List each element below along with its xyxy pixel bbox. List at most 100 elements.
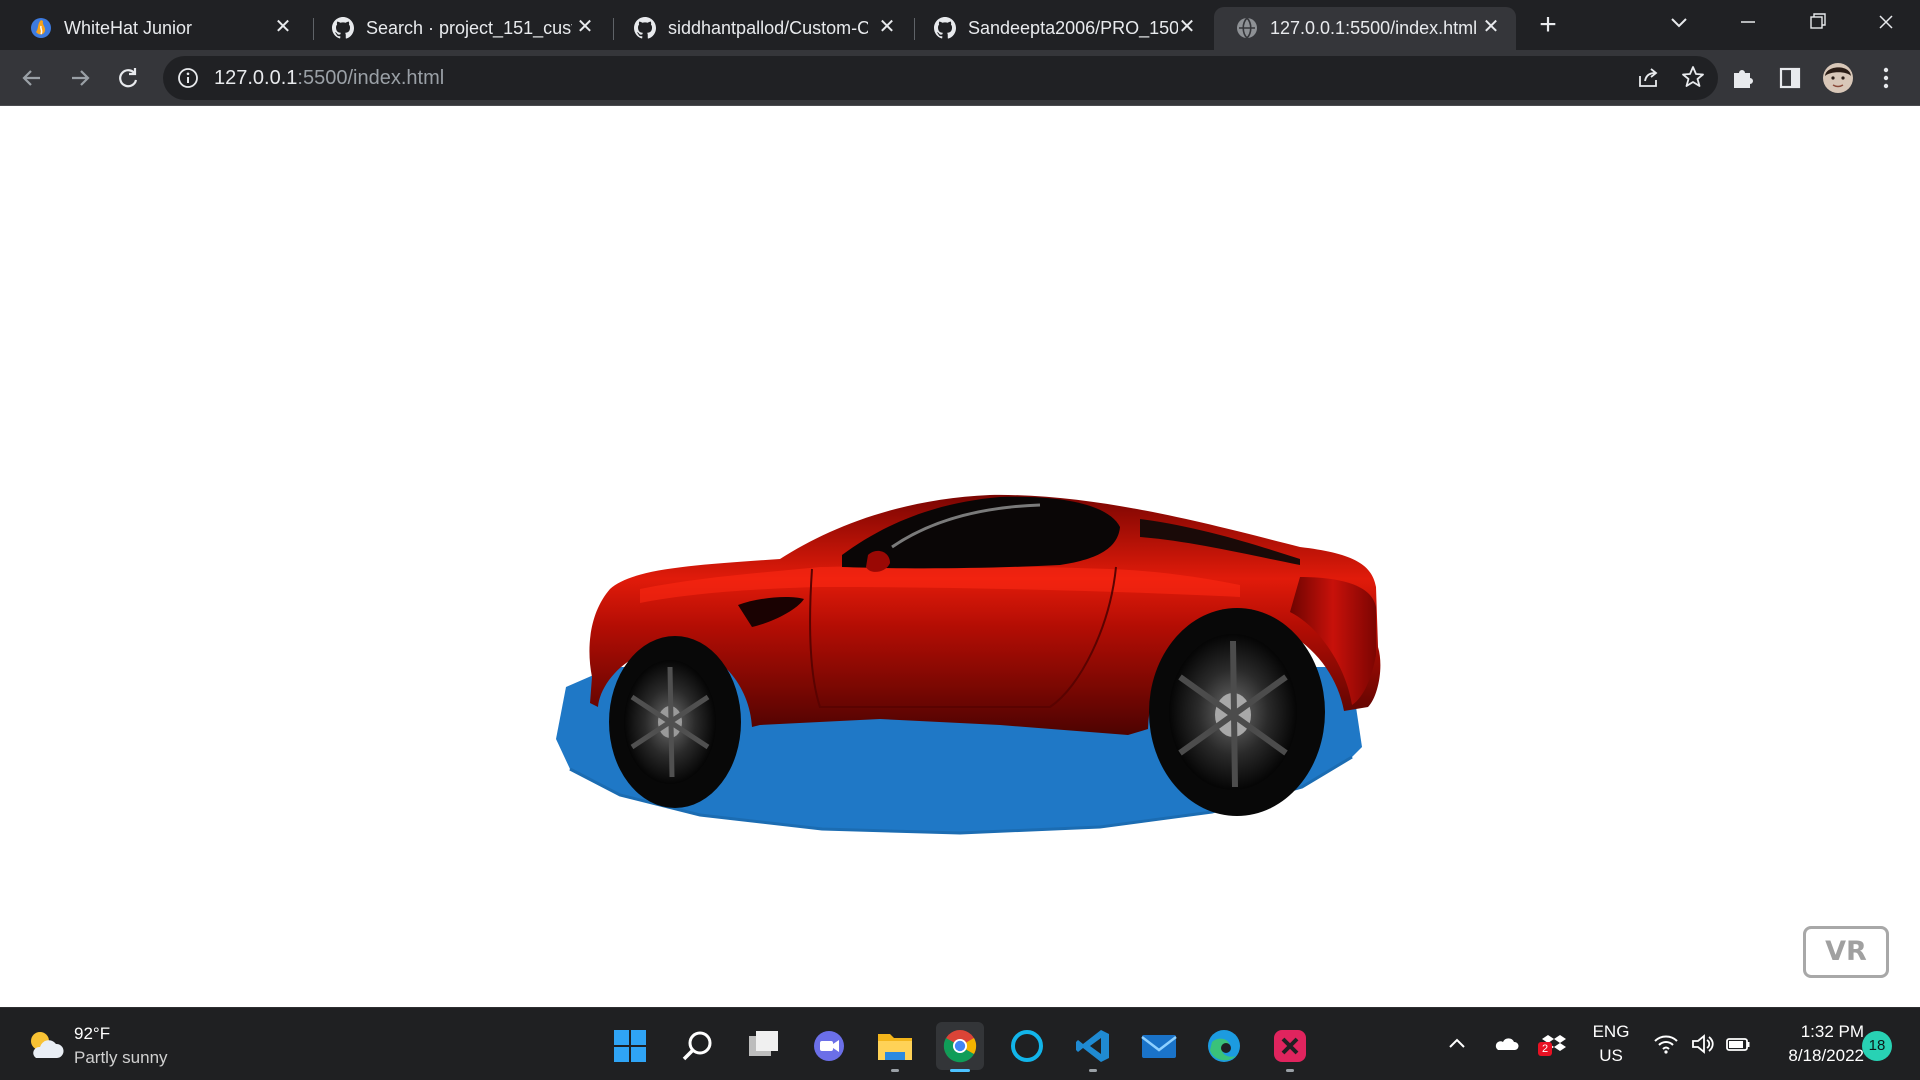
back-button[interactable]: [14, 60, 50, 96]
running-indicator: [1286, 1069, 1294, 1072]
language-code: ENG: [1592, 1022, 1630, 1041]
address-bar[interactable]: 127.0.0.1:5500/index.html: [163, 56, 1718, 100]
windows-taskbar: 92°F Partly sunny 2 ENG US 1:32 PM 8/18/…: [0, 1007, 1920, 1080]
window-close-button[interactable]: [1853, 0, 1919, 44]
share-icon[interactable]: [1636, 66, 1660, 90]
profile-button[interactable]: [1820, 60, 1856, 96]
menu-button[interactable]: [1868, 60, 1904, 96]
weather-temperature: 92°F: [74, 1024, 111, 1043]
close-icon[interactable]: ✕: [1176, 16, 1198, 38]
reload-button[interactable]: [110, 60, 146, 96]
3d-scene[interactable]: [0, 107, 1920, 1007]
edge-button[interactable]: [1200, 1022, 1248, 1070]
partly-sunny-icon: [31, 1032, 64, 1058]
app-button[interactable]: [1266, 1022, 1314, 1072]
close-icon[interactable]: ✕: [1480, 16, 1502, 38]
github-icon: [634, 17, 656, 39]
language-indicator[interactable]: ENG US: [1588, 1022, 1634, 1066]
vscode-button[interactable]: [1069, 1022, 1117, 1072]
side-panel-icon: [1779, 67, 1801, 89]
edge-icon: [1208, 1030, 1240, 1062]
notification-badge[interactable]: 18: [1862, 1031, 1892, 1061]
battery-icon[interactable]: [1724, 1030, 1752, 1058]
tab-localhost[interactable]: 127.0.0.1:5500/index.html ✕: [1214, 7, 1516, 50]
url-path: :5500/index.html: [297, 67, 445, 89]
chevron-down-icon: [1671, 18, 1687, 28]
arrow-right-icon: [72, 70, 90, 86]
puzzle-icon: [1734, 70, 1753, 88]
page-viewport: VR: [0, 107, 1920, 1007]
tab-search-button[interactable]: [1646, 0, 1712, 44]
cortana-icon: [1011, 1030, 1043, 1062]
close-icon[interactable]: ✕: [876, 16, 898, 38]
close-icon[interactable]: ✕: [272, 16, 294, 38]
tab-title: siddhantpallod/Custom-C: [668, 18, 868, 38]
avatar: [1823, 63, 1853, 93]
clock-time: 1:32 PM: [1800, 1022, 1864, 1041]
reload-icon: [119, 68, 138, 88]
clock-date: 8/18/2022: [1788, 1046, 1864, 1065]
tab-title: 127.0.0.1:5500/index.html: [1270, 18, 1478, 38]
vr-mode-button[interactable]: VR: [1803, 926, 1889, 978]
taskbar-search-button[interactable]: [673, 1022, 721, 1070]
github-icon: [934, 17, 956, 39]
more-vertical-icon: [1883, 67, 1889, 89]
url-host: 127.0.0.1: [214, 67, 298, 89]
restore-icon: [1810, 13, 1826, 29]
tab-title: WhiteHat Junior: [64, 18, 193, 38]
star-icon[interactable]: [1680, 64, 1706, 90]
tab-strip: WhiteHat Junior ✕ Search · project_151_c…: [0, 0, 1920, 50]
tab-github-pro150[interactable]: Sandeepta2006/PRO_150 ✕: [912, 7, 1212, 50]
chrome-button[interactable]: [936, 1022, 984, 1072]
search-icon: [682, 1031, 712, 1061]
task-view-button[interactable]: [739, 1022, 787, 1070]
file-explorer-button[interactable]: [871, 1022, 919, 1072]
weather-condition: Partly sunny: [74, 1048, 168, 1067]
tab-github-custom[interactable]: siddhantpallod/Custom-C ✕: [612, 7, 912, 50]
extensions-button[interactable]: [1725, 60, 1761, 96]
close-icon: [1879, 15, 1893, 29]
chat-icon: [814, 1031, 844, 1061]
running-indicator: [1089, 1069, 1097, 1072]
chrome-icon: [943, 1030, 977, 1063]
running-indicator: [950, 1069, 970, 1072]
info-icon[interactable]: [177, 67, 199, 89]
vscode-icon: [1076, 1030, 1109, 1062]
tab-whitehat[interactable]: WhiteHat Junior ✕: [8, 7, 308, 50]
start-icon: [614, 1030, 646, 1062]
tab-title: Search · project_151_custo: [366, 18, 572, 38]
volume-icon[interactable]: [1688, 1030, 1716, 1058]
minimize-icon: [1741, 21, 1755, 23]
new-tab-button[interactable]: +: [1530, 10, 1566, 41]
whitehat-icon: [31, 18, 51, 38]
browser-toolbar: 127.0.0.1:5500/index.html: [0, 50, 1920, 106]
dropbox-tray-button[interactable]: 2: [1538, 1030, 1568, 1058]
start-button[interactable]: [606, 1022, 654, 1070]
tray-badge: 2: [1538, 1042, 1552, 1056]
arrow-left-icon: [22, 70, 40, 86]
tab-title: Sandeepta2006/PRO_150: [968, 18, 1178, 38]
task-view-icon: [749, 1031, 778, 1056]
tab-github-search[interactable]: Search · project_151_custo ✕: [310, 7, 610, 50]
wifi-icon[interactable]: [1652, 1030, 1680, 1058]
region-code: US: [1599, 1046, 1623, 1065]
restore-button[interactable]: [1784, 0, 1850, 44]
teams-chat-button[interactable]: [805, 1022, 853, 1070]
running-indicator: [891, 1069, 899, 1072]
onedrive-icon[interactable]: [1492, 1030, 1520, 1058]
file-explorer-icon: [878, 1034, 912, 1060]
url-text: 127.0.0.1:5500/index.html: [214, 67, 444, 90]
cortana-button[interactable]: [1003, 1022, 1051, 1070]
side-panel-button[interactable]: [1772, 60, 1808, 96]
close-icon[interactable]: ✕: [574, 16, 596, 38]
clock[interactable]: 1:32 PM 8/18/2022: [1764, 1022, 1864, 1066]
forward-button[interactable]: [62, 60, 98, 96]
weather-widget[interactable]: 92°F Partly sunny: [26, 1022, 226, 1070]
chevron-up-icon[interactable]: [1443, 1030, 1471, 1058]
mail-button[interactable]: [1135, 1022, 1183, 1070]
minimize-button[interactable]: [1715, 0, 1781, 44]
github-icon: [332, 17, 354, 39]
mail-icon: [1141, 1035, 1177, 1058]
globe-icon: [1237, 17, 1257, 39]
app-icon: [1274, 1030, 1306, 1062]
